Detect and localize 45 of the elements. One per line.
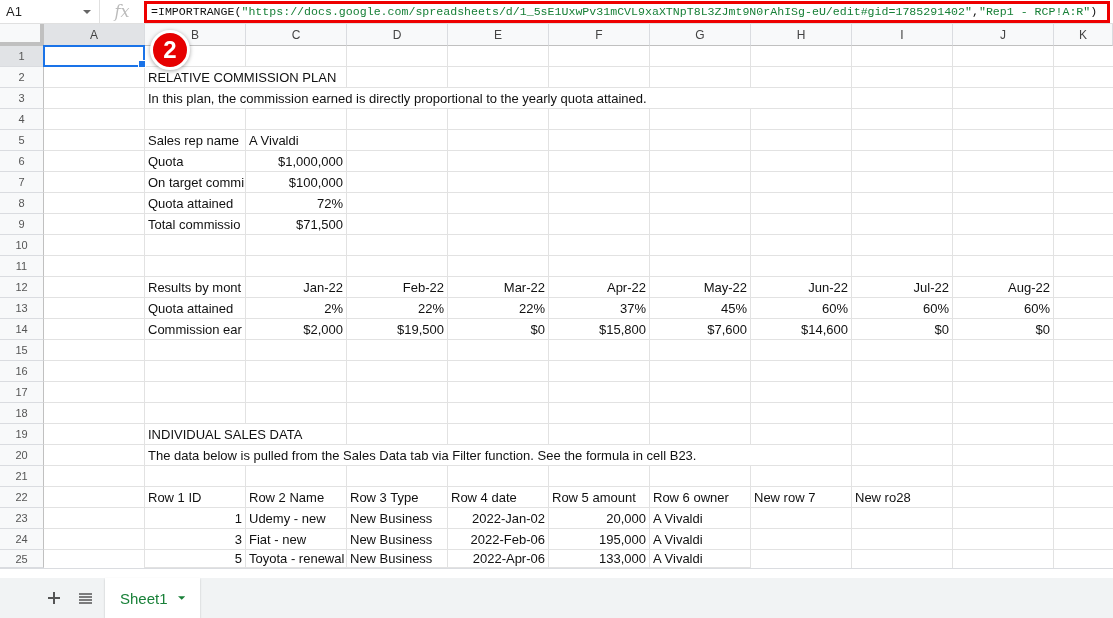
column-header[interactable]: G xyxy=(650,24,751,46)
row-number[interactable]: 25 xyxy=(0,550,44,568)
row-number[interactable]: 12 xyxy=(0,277,44,298)
column-header[interactable]: E xyxy=(448,24,549,46)
menu-icon xyxy=(78,592,92,604)
row-number[interactable]: 24 xyxy=(0,529,44,550)
plus-icon xyxy=(48,592,60,604)
row-number[interactable]: 1 xyxy=(0,46,44,67)
sheet-tab[interactable]: Sheet1 xyxy=(105,578,200,618)
row-number[interactable]: 6 xyxy=(0,151,44,172)
row-number[interactable]: 23 xyxy=(0,508,44,529)
row-number[interactable]: 3 xyxy=(0,88,44,109)
row-number[interactable]: 22 xyxy=(0,487,44,508)
row-number[interactable]: 9 xyxy=(0,214,44,235)
caret-icon xyxy=(177,596,185,600)
row-number[interactable]: 10 xyxy=(0,235,44,256)
column-header[interactable]: D xyxy=(347,24,448,46)
row-number[interactable]: 5 xyxy=(0,130,44,151)
row-number[interactable]: 18 xyxy=(0,403,44,424)
row-number[interactable]: 7 xyxy=(0,172,44,193)
column-header[interactable]: H xyxy=(751,24,852,46)
column-header[interactable]: J xyxy=(953,24,1054,46)
fill-handle[interactable] xyxy=(138,60,146,68)
row-number[interactable]: 2 xyxy=(0,67,44,88)
row-number[interactable]: 4 xyxy=(0,109,44,130)
row-number[interactable]: 16 xyxy=(0,361,44,382)
column-header[interactable]: C xyxy=(246,24,347,46)
formula-bar[interactable]: =IMPORTRANGE("https://docs.google.com/spreadsheets/d/1_5sE1UxwPv31mCVL9xaXTNpT8L3ZJmt9N0rAhISg-eU/edit#gid=1785291402","Rep1 - RCP!A:R") xyxy=(144,0,1110,23)
row-number[interactable]: 13 xyxy=(0,298,44,319)
row-number[interactable]: 17 xyxy=(0,382,44,403)
column-header[interactable]: F xyxy=(549,24,650,46)
column-header[interactable]: K xyxy=(1054,24,1113,46)
row-number[interactable]: 21 xyxy=(0,466,44,487)
name-box[interactable]: A1 xyxy=(0,0,100,24)
caret-icon xyxy=(83,9,91,14)
row-number[interactable]: 11 xyxy=(0,256,44,277)
row-number[interactable]: 14 xyxy=(0,319,44,340)
row-number[interactable]: 15 xyxy=(0,340,44,361)
column-header[interactable]: I xyxy=(852,24,953,46)
row-number[interactable]: 20 xyxy=(0,445,44,466)
column-header[interactable]: A xyxy=(44,24,145,46)
fx-label: fx xyxy=(112,2,131,21)
row-number[interactable]: 19 xyxy=(0,424,44,445)
row-number[interactable]: 8 xyxy=(0,193,44,214)
cell-selection[interactable] xyxy=(43,45,145,67)
